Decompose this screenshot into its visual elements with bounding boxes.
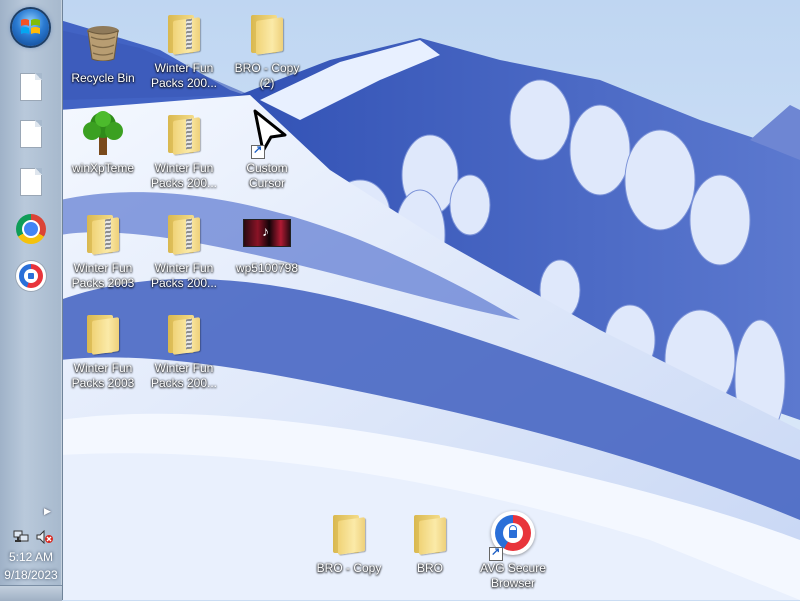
taskbar: ▶ 5:12 AM 9/18/2023 <box>0 0 63 601</box>
zip-folder-icon <box>168 15 200 55</box>
taskbar-avg-secure-browser[interactable] <box>14 259 48 293</box>
shortcut-arrow-icon <box>489 545 503 561</box>
desktop-icon-winter-fun-packs-zip-4[interactable]: Winter Fun Packs 200... <box>144 205 224 295</box>
icon-label: wp5100798 <box>235 261 299 275</box>
taskbar-document-2[interactable] <box>14 117 48 151</box>
clock-time[interactable]: 5:12 AM <box>0 550 62 564</box>
icon-label: Recycle Bin <box>71 71 135 85</box>
network-icon[interactable] <box>13 530 29 544</box>
desktop-icon-winter-fun-packs-zip-5[interactable]: Winter Fun Packs 200... <box>144 305 224 395</box>
image-thumbnail-icon <box>243 219 291 247</box>
icon-label: Winter Fun Packs 200... <box>150 161 218 190</box>
icon-label: Winter Fun Packs 200... <box>150 261 218 290</box>
icon-label: AVG Secure Browser <box>480 561 546 590</box>
zip-folder-icon <box>168 315 200 355</box>
desktop-icon-winter-fun-packs-zip-3[interactable]: Winter Fun Packs 200... <box>144 105 224 195</box>
desktop-icon-bro[interactable]: BRO <box>390 505 470 595</box>
folder-icon <box>333 515 365 555</box>
document-icon <box>20 168 42 196</box>
desktop-icon-bro-copy[interactable]: BRO - Copy <box>309 505 389 595</box>
desktop-icon-bro-copy-2[interactable]: BRO - Copy (2) <box>227 5 307 95</box>
clock-date[interactable]: 9/18/2023 <box>0 568 62 582</box>
show-desktop-button[interactable] <box>0 585 62 601</box>
document-icon <box>20 120 42 148</box>
zip-folder-icon <box>87 215 119 255</box>
folder-icon <box>251 15 283 55</box>
icon-label: Winter Fun Packs 2003 <box>71 261 135 290</box>
document-icon <box>20 73 42 101</box>
recycle-bin-icon <box>87 26 119 61</box>
desktop-icon-avg-secure-browser[interactable]: AVG Secure Browser <box>473 505 553 595</box>
icon-label: Custom Cursor <box>246 161 288 190</box>
icon-label: Winter Fun Packs 200... <box>150 361 218 390</box>
icon-label: Winter Fun Packs 2003 <box>71 361 135 390</box>
taskbar-document-3[interactable] <box>14 165 48 199</box>
avg-secure-browser-icon <box>16 261 46 291</box>
volume-muted-icon[interactable] <box>36 530 54 544</box>
show-hidden-icons-chevron-icon[interactable]: ▶ <box>44 506 51 517</box>
desktop-icon-custom-cursor[interactable]: Custom Cursor <box>227 105 307 195</box>
icon-label: winXpTeme <box>71 161 135 175</box>
shortcut-arrow-icon <box>251 143 265 159</box>
desktop-icon-winter-fun-packs-zip-2[interactable]: Winter Fun Packs 200... <box>144 5 224 95</box>
zip-folder-icon <box>168 115 200 155</box>
folder-icon <box>87 315 119 355</box>
desktop-icon-wp5100798[interactable]: wp5100798 <box>227 205 307 295</box>
windows-logo-icon <box>21 19 40 34</box>
desktop-icon-winter-fun-packs-zip-1[interactable]: Winter Fun Packs 2003 <box>63 205 143 295</box>
chrome-icon <box>16 214 46 244</box>
icon-label: Winter Fun Packs 200... <box>150 61 218 90</box>
taskbar-document-1[interactable] <box>14 70 48 104</box>
icon-label: BRO <box>416 561 443 575</box>
icon-label: BRO - Copy <box>316 561 382 575</box>
start-button[interactable] <box>12 9 49 46</box>
desktop-icon-recycle-bin[interactable]: Recycle Bin <box>63 15 143 105</box>
taskbar-chrome[interactable] <box>14 212 48 246</box>
icon-label: BRO - Copy (2) <box>234 61 300 90</box>
zip-folder-icon <box>168 215 200 255</box>
folder-icon <box>414 515 446 555</box>
desktop-icon-winter-fun-packs-folder-1[interactable]: Winter Fun Packs 2003 <box>63 305 143 395</box>
tree-icon <box>83 111 123 155</box>
desktop-icon-winxpteme[interactable]: winXpTeme <box>63 105 143 195</box>
